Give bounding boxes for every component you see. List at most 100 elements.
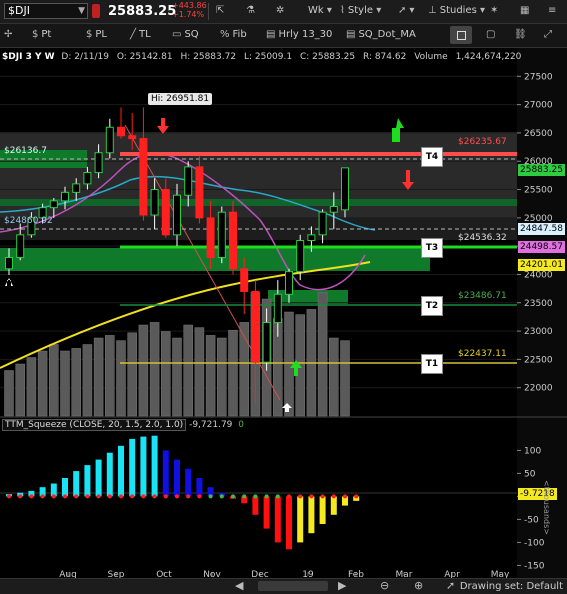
squeeze-dot [85, 494, 90, 499]
volume-bar [161, 331, 171, 417]
last-price-tag: 25883.25 [518, 164, 565, 176]
volume-bar [183, 324, 193, 417]
sqdot-drawing-set[interactable]: ▤ SQ_Dot_MA [346, 26, 416, 44]
price-tool[interactable]: $ Pt [32, 26, 51, 44]
grid-icon[interactable]: ▦ [520, 2, 532, 20]
drawing-set-label[interactable]: Drawing set: Default [460, 581, 563, 592]
volume-bar [284, 311, 294, 417]
zoom-out-icon[interactable]: ⊖ [380, 579, 389, 592]
squeeze-dot [130, 494, 135, 499]
volume-bar [49, 344, 59, 417]
symbol-input[interactable]: $DJI ▼ [4, 3, 88, 19]
bar-low: L: 25009.1 [243, 52, 293, 62]
high-marker: Hi: 26951.81 [148, 93, 213, 105]
volume-bar [217, 337, 227, 417]
squeeze-bar [330, 496, 337, 515]
price-tick-label: 22500 [524, 355, 553, 365]
chevron-down-icon[interactable]: ▼ [78, 4, 85, 18]
hrly-drawing-set[interactable]: ▤ Hrly 13_30 [266, 26, 332, 44]
squeeze-axis-unit: <thousands> [542, 480, 551, 535]
squeeze-dot [29, 494, 34, 499]
style-button[interactable]: ⌇ Style ▾ [340, 2, 384, 20]
price-tick-label: 25500 [524, 186, 553, 196]
trendline-tool[interactable]: ╱ TL [130, 26, 151, 44]
candle-body [49, 200, 58, 209]
candle-body [16, 234, 25, 258]
time-label: 19 [302, 570, 314, 578]
squeeze-dot [107, 494, 112, 499]
time-label: Sep [108, 570, 125, 578]
menu-icon[interactable]: ≡ [548, 2, 559, 20]
crosshair-tool[interactable]: ✢ [4, 26, 15, 44]
squeeze-dot [219, 494, 224, 499]
volume-bar [82, 344, 93, 417]
single-layout-button[interactable] [450, 26, 472, 44]
candle-body [341, 167, 349, 211]
fib-tool[interactable]: % Fib [220, 26, 247, 44]
alert-flag-icon[interactable] [92, 4, 100, 18]
bar-close: C: 25883.25 [299, 52, 356, 62]
cursor-icon: ➚ [398, 5, 407, 16]
timeframe-button[interactable]: Wk ▾ [308, 2, 335, 20]
squeeze-zero: 0 [238, 420, 245, 430]
pt-label: Pt [41, 29, 52, 40]
squeeze-bar [196, 478, 203, 497]
t3-box[interactable]: T3 [421, 238, 443, 258]
squeeze-value: -9,721.79 [189, 420, 233, 430]
squeeze-dot [119, 494, 123, 499]
flask-icon[interactable]: ⚗ [246, 2, 258, 20]
volume-bar [15, 363, 25, 417]
cursor-button[interactable]: ➚ ▾ [398, 2, 417, 20]
squeeze-bar [151, 435, 158, 497]
time-axis: Aug Sep Oct Nov Dec 19 Feb Mar Apr May [59, 570, 510, 578]
squeeze-dot [264, 494, 269, 499]
squeeze-bar [73, 471, 80, 497]
share-icon[interactable]: ⇱ [216, 2, 227, 20]
squeeze-dot [152, 494, 157, 499]
candle-body [296, 239, 305, 273]
squeeze-bar [129, 438, 136, 497]
zoom-in-icon[interactable]: ⊕ [414, 579, 423, 592]
squeeze-title[interactable]: TTM_Squeeze (CLOSE, 20, 1.5, 2.0, 1.0) [2, 419, 187, 431]
square-tool[interactable]: ▭ SQ [172, 26, 199, 44]
t1-box[interactable]: T1 [421, 354, 443, 374]
squeeze-dot [253, 494, 258, 499]
chevron-down-icon: ▾ [376, 5, 382, 16]
cursor-icon[interactable]: ➚ [446, 579, 455, 592]
hrly-label: Hrly 13_30 [278, 29, 333, 40]
squeeze-dot [18, 494, 23, 499]
scroll-left-icon[interactable]: ◀ [235, 579, 243, 592]
volume-bar [317, 292, 328, 417]
studies-button[interactable]: ⊥ Studies ▾ [428, 2, 488, 20]
drawing-set-icon: ▤ [346, 29, 356, 40]
t2-box[interactable]: T2 [421, 296, 443, 316]
layout-grid-icon[interactable]: ▢ [486, 26, 498, 44]
t4-box[interactable]: T4 [421, 147, 443, 167]
volume-bar [127, 332, 137, 417]
volume-bar [71, 348, 81, 417]
scroll-right-icon[interactable]: ▶ [338, 579, 346, 592]
square-icon: ▭ [172, 29, 182, 40]
squeeze-dot [275, 494, 280, 499]
time-label: Oct [156, 570, 172, 578]
volume-bar [138, 324, 149, 417]
candle-body [195, 166, 204, 219]
expand-icon[interactable]: ⤢ [544, 26, 555, 44]
change-percent: +1.74% [172, 10, 205, 19]
candle-body [161, 189, 170, 236]
price-level-tool[interactable]: $ PL [86, 26, 107, 44]
squeeze-bar [95, 459, 102, 497]
price-chart[interactable]: 2750027000265002600025500250002450024000… [0, 48, 567, 578]
gear-icon[interactable]: ✲ [276, 2, 287, 20]
link-icon[interactable]: ⛓ [514, 26, 530, 44]
volume-bar [205, 335, 216, 417]
squeeze-tick-label: -100 [524, 538, 545, 548]
squeeze-dot [197, 494, 202, 499]
price-tick-label: 22000 [524, 384, 553, 394]
squeeze-dot [343, 494, 347, 499]
magic-wand-icon[interactable]: ✶ [490, 2, 501, 20]
squeeze-tick-label: 50 [524, 469, 536, 479]
horizontal-scrollbar[interactable] [258, 581, 328, 591]
candle-body [105, 126, 114, 154]
left-price-label-mid: $24860.92 [4, 216, 53, 226]
